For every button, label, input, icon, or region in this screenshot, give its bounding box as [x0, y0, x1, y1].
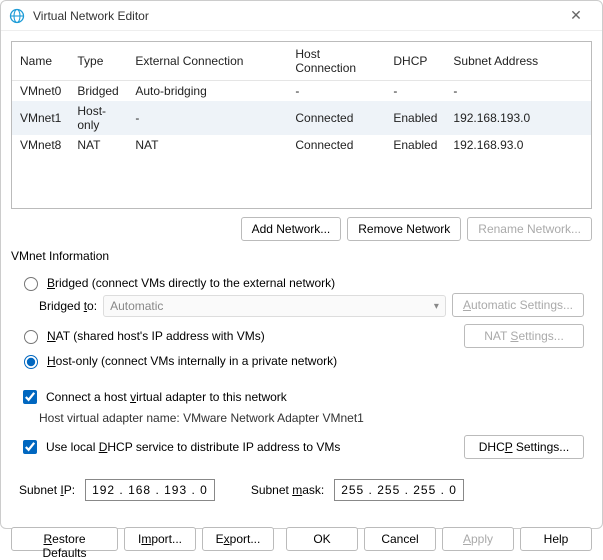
help-button[interactable]: Help	[520, 527, 592, 551]
import-button[interactable]: Import...	[124, 527, 196, 551]
restore-defaults-button[interactable]: Restore Defaults	[11, 527, 118, 551]
subnet-mask-label: Subnet mask:	[251, 483, 324, 497]
remove-network-button[interactable]: Remove Network	[347, 217, 461, 241]
connect-adapter-checkbox[interactable]	[23, 390, 37, 404]
cell-sub: -	[445, 81, 591, 102]
cell-sub: 192.168.193.0	[445, 101, 591, 135]
subnet-ip-label: Subnet IP:	[19, 483, 75, 497]
cell-type: Bridged	[69, 81, 127, 102]
rename-network-button: Rename Network...	[467, 217, 592, 241]
table-header-row: Name Type External Connection Host Conne…	[12, 42, 591, 81]
close-icon[interactable]: ✕	[558, 7, 594, 24]
table-row[interactable]: VMnet1Host-only-ConnectedEnabled192.168.…	[12, 101, 591, 135]
cell-dhcp: -	[385, 81, 445, 102]
nat-radio[interactable]	[24, 330, 38, 344]
nat-label: NAT (shared host's IP address with VMs)	[47, 329, 265, 343]
col-external[interactable]: External Connection	[127, 42, 287, 81]
use-dhcp-checkbox[interactable]	[23, 440, 37, 454]
network-table[interactable]: Name Type External Connection Host Conne…	[11, 41, 592, 209]
subnet-ip-input[interactable]: 192 . 168 . 193 . 0	[85, 479, 215, 501]
table-row[interactable]: VMnet8NATNATConnectedEnabled192.168.93.0	[12, 135, 591, 155]
bridged-label: BBridged (connect VMs directly to the ex…	[47, 276, 335, 290]
cell-ext: Auto-bridging	[127, 81, 287, 102]
bridged-to-label: Bridged to:	[39, 299, 97, 313]
cell-dhcp: Enabled	[385, 101, 445, 135]
col-type[interactable]: Type	[69, 42, 127, 81]
adapter-name-line: Host virtual adapter name: VMware Networ…	[39, 411, 584, 425]
host-only-label: Host-only (connect VMs internally in a p…	[47, 354, 337, 368]
table-row[interactable]: VMnet0BridgedAuto-bridging---	[12, 81, 591, 102]
window-title: Virtual Network Editor	[33, 9, 558, 23]
use-dhcp-label: Use local DHCP service to distribute IP …	[46, 440, 340, 454]
cell-sub: 192.168.93.0	[445, 135, 591, 155]
bridged-radio[interactable]	[24, 277, 38, 291]
subnet-mask-input[interactable]: 255 . 255 . 255 . 0	[334, 479, 464, 501]
cell-name: VMnet8	[12, 135, 69, 155]
cell-type: Host-only	[69, 101, 127, 135]
col-subnet[interactable]: Subnet Address	[445, 42, 591, 81]
col-dhcp[interactable]: DHCP	[385, 42, 445, 81]
dhcp-settings-button[interactable]: DHCP Settings...	[464, 435, 584, 459]
cell-name: VMnet1	[12, 101, 69, 135]
add-network-button[interactable]: Add Network...	[241, 217, 342, 241]
cell-name: VMnet0	[12, 81, 69, 102]
cell-host: Connected	[287, 101, 385, 135]
nat-settings-button: NAT Settings...	[464, 324, 584, 348]
cell-type: NAT	[69, 135, 127, 155]
col-host[interactable]: Host Connection	[287, 42, 385, 81]
title-bar: Virtual Network Editor ✕	[1, 1, 602, 31]
host-only-radio[interactable]	[24, 355, 38, 369]
cell-host: Connected	[287, 135, 385, 155]
cancel-button[interactable]: Cancel	[364, 527, 436, 551]
chevron-down-icon: ▾	[434, 301, 439, 312]
cell-ext: NAT	[127, 135, 287, 155]
automatic-settings-button: Automatic Settings...	[452, 293, 584, 317]
connect-adapter-label: Connect a host virtual adapter to this n…	[46, 390, 287, 404]
cell-ext: -	[127, 101, 287, 135]
bridged-to-select: Automatic ▾	[103, 295, 446, 317]
globe-icon	[9, 8, 25, 24]
col-name[interactable]: Name	[12, 42, 69, 81]
bridged-to-value: Automatic	[110, 299, 163, 313]
export-button[interactable]: Export...	[202, 527, 274, 551]
vmnet-info-heading: VMnet Information	[11, 249, 592, 263]
ok-button[interactable]: OK	[286, 527, 358, 551]
cell-dhcp: Enabled	[385, 135, 445, 155]
cell-host: -	[287, 81, 385, 102]
apply-button: Apply	[442, 527, 514, 551]
